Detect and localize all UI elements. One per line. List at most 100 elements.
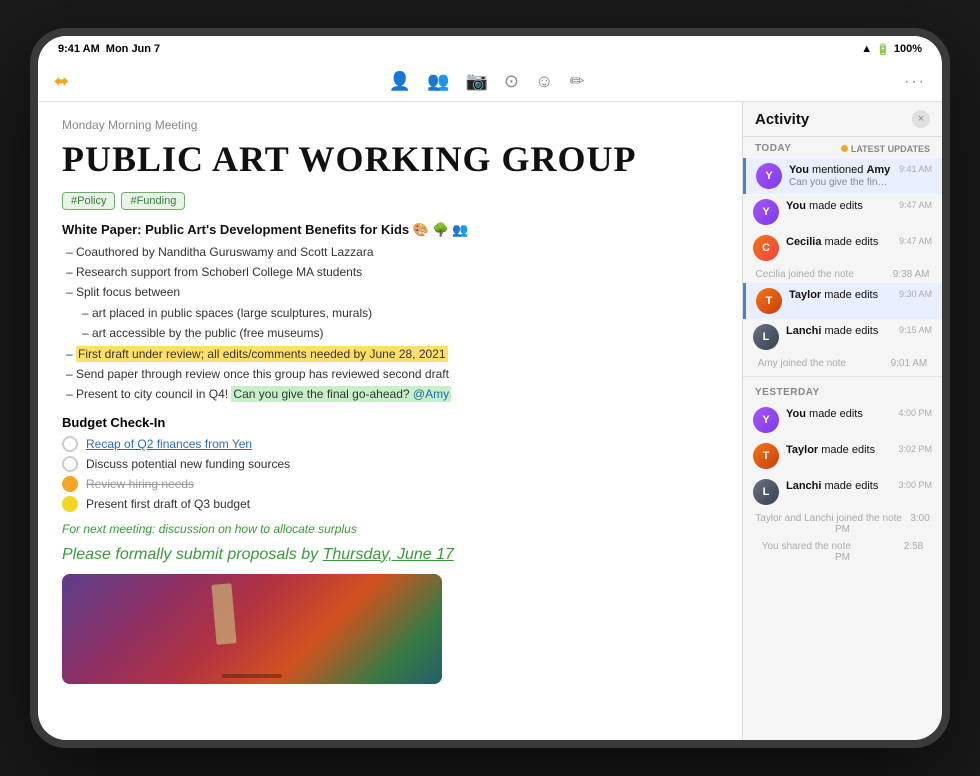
system-note-taylor-lanchi: Taylor and Lanchi joined the note 3:00 P… bbox=[743, 510, 942, 538]
budget-title: Budget Check-In bbox=[62, 415, 718, 430]
tag-funding[interactable]: #Funding bbox=[121, 192, 185, 210]
avatar-lanchi-1: L bbox=[753, 324, 779, 350]
activity-main-cecilia: Cecilia made edits bbox=[786, 235, 892, 249]
bullet-2: – Research support from Schoberl College… bbox=[66, 262, 718, 282]
formal-submit: Please formally submit proposals by Thur… bbox=[62, 546, 718, 564]
note-title[interactable]: PUBLIC ART WORKING GROUP bbox=[62, 140, 718, 180]
activity-text-cecilia: Cecilia made edits bbox=[786, 235, 892, 249]
white-paper-section: White Paper: Public Art's Development Be… bbox=[62, 222, 718, 405]
system-note-shared: You shared the note 2:58 PM bbox=[743, 538, 942, 566]
activity-time-2: 9:47 AM bbox=[899, 199, 932, 210]
today-section-header: TODAY LATEST UPDATES bbox=[743, 137, 942, 158]
activity-time-4: 9:30 AM bbox=[899, 288, 932, 299]
activity-main-lanchi-2: Lanchi made edits bbox=[786, 479, 891, 493]
avatar-cecilia: C bbox=[753, 235, 779, 261]
activity-main-taylor-1: Taylor made edits bbox=[789, 288, 892, 302]
close-activity-button[interactable]: × bbox=[912, 110, 930, 128]
checkbox-1[interactable] bbox=[62, 436, 78, 452]
system-note-amy-joined: Amy joined the note 9:01 AM bbox=[743, 355, 942, 372]
activity-text-lanchi-yesterday: Lanchi made edits bbox=[786, 479, 891, 493]
scroll-indicator bbox=[222, 674, 282, 678]
activity-item-lanchi-yesterday[interactable]: L Lanchi made edits 3:00 PM bbox=[743, 474, 942, 510]
checklist-item-2[interactable]: Discuss potential new funding sources bbox=[62, 456, 718, 472]
tablet-screen: 9:41 AM Mon Jun 7 ▲ 🔋 100% ⬌ 👤 👥 📷 ⊙ ☺ ✏ bbox=[38, 36, 942, 740]
activity-item-taylor-edits[interactable]: T Taylor made edits 9:30 AM bbox=[743, 283, 942, 319]
collaborators-icon[interactable]: 👥 bbox=[427, 71, 449, 92]
note-image bbox=[62, 574, 442, 684]
circle-icon[interactable]: ⊙ bbox=[504, 71, 519, 92]
activity-text-taylor: Taylor made edits bbox=[789, 288, 892, 302]
yesterday-section-header: YESTERDAY bbox=[743, 381, 942, 402]
activity-time-1: 9:41 AM bbox=[899, 163, 932, 174]
checklist-item-1[interactable]: Recap of Q2 finances from Yen bbox=[62, 436, 718, 452]
back-icon[interactable]: ⬌ bbox=[54, 71, 69, 92]
checklist-label-2: Discuss potential new funding sources bbox=[86, 457, 290, 471]
camera-icon[interactable]: 📷 bbox=[465, 71, 487, 92]
checklist-item-4[interactable]: Present first draft of Q3 budget bbox=[62, 496, 718, 512]
activity-main-mention: You mentioned Amy bbox=[789, 163, 892, 177]
emoji-icon[interactable]: ☺ bbox=[535, 71, 553, 92]
activity-main-you-yesterday: You made edits bbox=[786, 407, 891, 421]
bullet-6: – First draft under review; all edits/co… bbox=[66, 344, 718, 364]
activity-item-mention[interactable]: Y You mentioned Amy Can you give the fin… bbox=[743, 158, 942, 194]
activity-text-taylor-yesterday: Taylor made edits bbox=[786, 443, 891, 457]
checkbox-4[interactable] bbox=[62, 496, 78, 512]
main-layout: Monday Morning Meeting PUBLIC ART WORKIN… bbox=[38, 102, 942, 740]
activity-header: Activity × bbox=[743, 102, 942, 137]
checklist-item-3[interactable]: Review hiring needs bbox=[62, 476, 718, 492]
toolbar: ⬌ 👤 👥 📷 ⊙ ☺ ✏ ··· bbox=[38, 62, 942, 102]
activity-sub-mention: Can you give the final go-ahead? @Amy bbox=[789, 177, 892, 188]
checklist-label-3: Review hiring needs bbox=[86, 477, 194, 491]
bullet-list: – Coauthored by Nanditha Guruswamy and S… bbox=[62, 242, 718, 405]
activity-text-lanchi-1: Lanchi made edits bbox=[786, 324, 892, 338]
next-meeting-note: For next meeting: discussion on how to a… bbox=[62, 522, 718, 536]
activity-text-you-edits: You made edits bbox=[786, 199, 892, 213]
pencil-icon[interactable]: ✏ bbox=[569, 71, 584, 92]
checkbox-3[interactable] bbox=[62, 476, 78, 492]
avatar-lanchi-2: L bbox=[753, 479, 779, 505]
today-label: TODAY bbox=[755, 143, 791, 154]
activity-time-8: 3:00 PM bbox=[898, 479, 932, 490]
bullet-8: – Present to city council in Q4! Can you… bbox=[66, 384, 718, 404]
more-options-icon[interactable]: ··· bbox=[904, 73, 926, 91]
divider-yesterday bbox=[743, 376, 942, 377]
tags-row: #Policy #Funding bbox=[62, 192, 718, 210]
mention-icon[interactable]: 👤 bbox=[389, 71, 411, 92]
wifi-icon: ▲ bbox=[861, 43, 872, 55]
checkbox-2[interactable] bbox=[62, 456, 78, 472]
avatar-taylor-2: T bbox=[753, 443, 779, 469]
activity-panel: Activity × TODAY LATEST UPDATES Y bbox=[742, 102, 942, 740]
note-content: Monday Morning Meeting PUBLIC ART WORKIN… bbox=[38, 102, 742, 740]
activity-time-7: 3:02 PM bbox=[898, 443, 932, 454]
activity-item-you-edits[interactable]: Y You made edits 9:47 AM bbox=[743, 194, 942, 230]
activity-time-6: 4:00 PM bbox=[898, 407, 932, 418]
bullet-5: – art accessible by the public (free mus… bbox=[66, 323, 718, 343]
bullet-7: – Send paper through review once this gr… bbox=[66, 364, 718, 384]
bullet-1: – Coauthored by Nanditha Guruswamy and S… bbox=[66, 242, 718, 262]
meeting-label: Monday Morning Meeting bbox=[62, 118, 718, 132]
system-note-cecilia-joined: Cecilia joined the note 9:38 AM bbox=[743, 266, 942, 283]
bullet-4: – art placed in public spaces (large scu… bbox=[66, 303, 718, 323]
activity-text-mention: You mentioned Amy Can you give the final… bbox=[789, 163, 892, 188]
activity-main-lanchi-1: Lanchi made edits bbox=[786, 324, 892, 338]
latest-dot bbox=[841, 145, 848, 152]
white-paper-title: White Paper: Public Art's Development Be… bbox=[62, 222, 718, 238]
status-time: 9:41 AM bbox=[58, 43, 100, 55]
avatar-taylor-1: T bbox=[756, 288, 782, 314]
tag-policy[interactable]: #Policy bbox=[62, 192, 115, 210]
budget-section: Budget Check-In Recap of Q2 finances fro… bbox=[62, 415, 718, 512]
activity-item-lanchi-edits-1[interactable]: L Lanchi made edits 9:15 AM bbox=[743, 319, 942, 355]
activity-text-you-yesterday: You made edits bbox=[786, 407, 891, 421]
avatar-you-1: Y bbox=[756, 163, 782, 189]
status-bar: 9:41 AM Mon Jun 7 ▲ 🔋 100% bbox=[38, 36, 942, 62]
activity-item-taylor-yesterday[interactable]: T Taylor made edits 3:02 PM bbox=[743, 438, 942, 474]
checklist-label-4: Present first draft of Q3 budget bbox=[86, 497, 250, 511]
avatar-you-2: Y bbox=[753, 199, 779, 225]
activity-item-you-yesterday[interactable]: Y You made edits 4:00 PM bbox=[743, 402, 942, 438]
tablet-frame: 9:41 AM Mon Jun 7 ▲ 🔋 100% ⬌ 👤 👥 📷 ⊙ ☺ ✏ bbox=[30, 28, 950, 748]
activity-main-you-edits: You made edits bbox=[786, 199, 892, 213]
activity-time-3: 9:47 AM bbox=[899, 235, 932, 246]
battery-level: 100% bbox=[894, 43, 922, 55]
activity-item-cecilia-edits[interactable]: C Cecilia made edits 9:47 AM bbox=[743, 230, 942, 266]
avatar-you-3: Y bbox=[753, 407, 779, 433]
